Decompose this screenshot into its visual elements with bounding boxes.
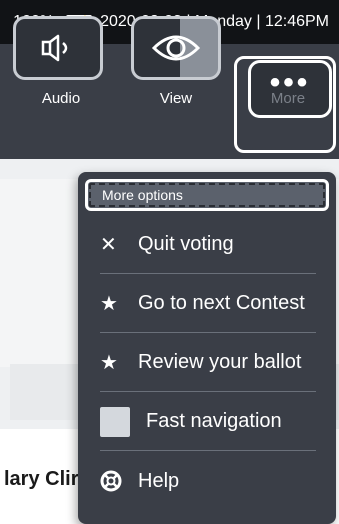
menu-item-label: Go to next Contest	[138, 292, 305, 314]
more-label: More	[270, 90, 306, 107]
audio-label: Audio	[41, 90, 81, 107]
lifebuoy-icon	[100, 470, 138, 492]
view-label: View	[159, 90, 193, 107]
menu-item-help[interactable]: Help	[100, 452, 316, 510]
menu-item-next-contest[interactable]: ★ Go to next Contest	[100, 275, 316, 333]
menu-item-quit-voting[interactable]: ✕ Quit voting	[100, 216, 316, 274]
menu-item-label: Fast navigation	[146, 410, 282, 432]
menu-item-label: Review your ballot	[138, 351, 302, 373]
more-button[interactable]: •••	[248, 60, 332, 118]
menu-item-review-ballot[interactable]: ★ Review your ballot	[100, 334, 316, 392]
menu-header: More options	[85, 179, 329, 211]
menu-item-fast-navigation[interactable]: Fast navigation	[100, 393, 316, 451]
fast-navigation-checkbox[interactable]	[100, 406, 130, 437]
eye-icon	[151, 35, 201, 61]
audio-button[interactable]	[13, 16, 103, 80]
more-options-menu: More options ✕ Quit voting ★ Go to next …	[78, 172, 336, 524]
close-icon: ✕	[100, 234, 117, 256]
star-icon: ★	[100, 352, 118, 374]
contest-card-title: lary Clir	[4, 468, 79, 490]
star-icon: ★	[100, 293, 118, 315]
menu-item-label: Help	[138, 469, 180, 492]
menu-item-label: Quit voting	[138, 233, 234, 255]
speaker-icon	[41, 34, 68, 62]
view-button[interactable]	[131, 16, 221, 80]
